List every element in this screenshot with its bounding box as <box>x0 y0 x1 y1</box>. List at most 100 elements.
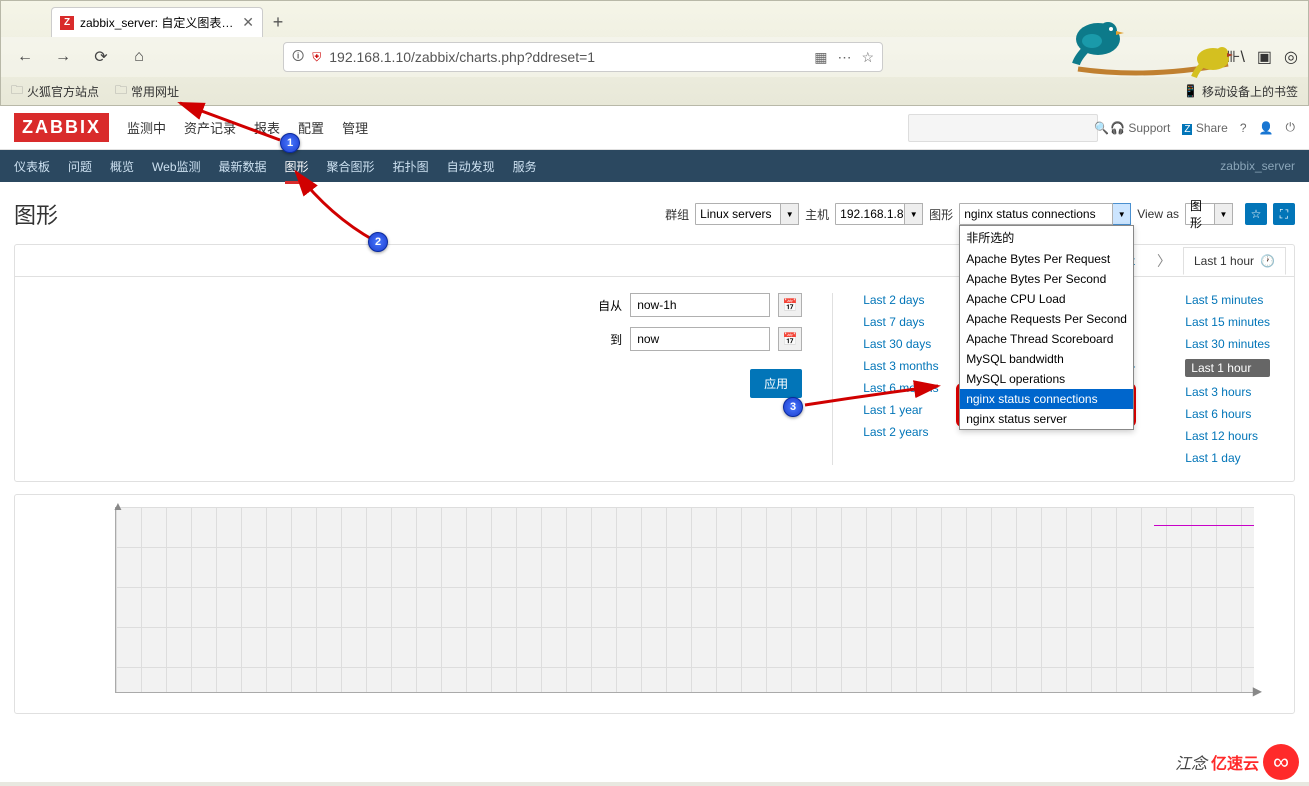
graph-select[interactable]: nginx status connections ▼ 非所选的Apache By… <box>959 203 1131 225</box>
time-preset[interactable]: Last 12 hours <box>1185 429 1270 443</box>
reload-button[interactable]: ⟳ <box>87 43 115 71</box>
bookmark-common[interactable]: 🗀 常用网址 <box>115 81 179 102</box>
graph-value: nginx status connections <box>959 203 1113 225</box>
time-preset[interactable]: Last 30 days <box>863 337 938 351</box>
subnav-dashboard[interactable]: 仪表板 <box>14 158 50 175</box>
favorite-button[interactable]: ☆ <box>1245 203 1267 225</box>
forward-button[interactable]: → <box>49 43 77 71</box>
menu-admin[interactable]: 管理 <box>342 118 368 137</box>
zabbix-header: ZABBIX 监测中 资产记录 报表 配置 管理 🔍 🎧 Support Z S… <box>0 106 1309 150</box>
url-bar[interactable]: 🛈 ⛨ 192.168.1.10/zabbix/charts.php?ddres… <box>283 42 883 72</box>
star-icon[interactable]: ☆ <box>861 49 874 66</box>
time-preset[interactable]: Last 1 day <box>1185 451 1270 465</box>
home-button[interactable]: ⌂ <box>125 43 153 71</box>
dropdown-option[interactable]: Apache Requests Per Second <box>960 309 1133 329</box>
dots-icon[interactable]: ⋯ <box>837 49 851 66</box>
back-button[interactable]: ← <box>11 43 39 71</box>
dropdown-option[interactable]: MySQL operations <box>960 369 1133 389</box>
calendar-icon[interactable]: 📅 <box>778 293 802 317</box>
chart-grid <box>116 507 1254 692</box>
subnav-screens[interactable]: 聚合图形 <box>327 158 375 175</box>
bookmark-firefox[interactable]: 🗀 火狐官方站点 <box>11 81 99 102</box>
group-value: Linux servers <box>695 203 781 225</box>
dropdown-option[interactable]: Apache Bytes Per Request <box>960 249 1133 269</box>
host-value: 192.168.1.8 <box>835 203 905 225</box>
search-input[interactable] <box>917 120 1094 135</box>
subnav-problems[interactable]: 问题 <box>68 158 92 175</box>
dropdown-option[interactable]: Apache Thread Scoreboard <box>960 329 1133 349</box>
time-preset[interactable]: Last 7 days <box>863 315 938 329</box>
subnav-overview[interactable]: 概览 <box>110 158 134 175</box>
reader-icon[interactable]: ▦ <box>814 49 827 66</box>
group-label: 群组 <box>665 206 689 223</box>
time-preset[interactable]: Last 15 minutes <box>1185 315 1270 329</box>
time-preset[interactable]: Last 6 months <box>863 381 938 395</box>
folder-icon: 🗀 <box>11 81 23 102</box>
subnav-discovery[interactable]: 自动发现 <box>447 158 495 175</box>
share-link[interactable]: Z Share <box>1182 121 1227 135</box>
time-preset[interactable]: Last 2 days <box>863 293 938 307</box>
menu-monitoring[interactable]: 监测中 <box>127 118 166 137</box>
dropdown-option[interactable]: 非所选的 <box>960 226 1133 249</box>
search-icon[interactable]: 🔍 <box>1094 121 1109 135</box>
menu-config[interactable]: 配置 <box>298 118 324 137</box>
viewas-label: View as <box>1137 207 1179 221</box>
chevron-down-icon[interactable]: ▼ <box>1113 203 1131 225</box>
browser-tab[interactable]: Z zabbix_server: 自定义图表 [每 ✕ <box>51 7 263 37</box>
time-preset[interactable]: Last 5 minutes <box>1185 293 1270 307</box>
from-input[interactable] <box>630 293 770 317</box>
viewas-select[interactable]: 图形 ▼ <box>1185 203 1233 225</box>
zabbix-logo[interactable]: ZABBIX <box>14 113 109 142</box>
menu-reports[interactable]: 报表 <box>254 118 280 137</box>
power-icon[interactable]: ⏻ <box>1286 120 1296 135</box>
time-preset[interactable]: Last 30 minutes <box>1185 337 1270 351</box>
content: 图形 群组 Linux servers ▼ 主机 192.168.1.8 ▼ 图… <box>0 182 1309 782</box>
user-icon[interactable]: 👤 <box>1259 121 1274 135</box>
x-axis-arrow: ▶ <box>1253 684 1262 698</box>
last-1hour-tab[interactable]: Last 1 hour 🕐 <box>1183 247 1286 275</box>
support-link[interactable]: 🎧 Support <box>1110 121 1170 135</box>
account-icon[interactable]: ◎ <box>1284 47 1298 67</box>
help-icon[interactable]: ? <box>1240 121 1247 135</box>
dropdown-option[interactable]: nginx status server <box>960 409 1133 429</box>
header-right: 🔍 🎧 Support Z Share ? 👤 ⏻ <box>908 114 1295 142</box>
search-box[interactable]: 🔍 <box>908 114 1098 142</box>
new-tab-button[interactable]: + <box>263 7 293 37</box>
shield-icon: 🛈 <box>292 47 304 68</box>
subnav-maps[interactable]: 拓扑图 <box>393 158 429 175</box>
chart-area: ▲ ▶ <box>14 494 1295 714</box>
time-preset[interactable]: Last 1 hour <box>1185 359 1270 377</box>
to-input[interactable] <box>630 327 770 351</box>
graph-label: 图形 <box>929 206 953 223</box>
chevron-down-icon[interactable]: ▼ <box>781 203 799 225</box>
subnav-latest[interactable]: 最新数据 <box>219 158 267 175</box>
chevron-down-icon[interactable]: ▼ <box>1215 203 1233 225</box>
group-select[interactable]: Linux servers ▼ <box>695 203 799 225</box>
menu-inventory[interactable]: 资产记录 <box>184 118 236 137</box>
tracking-icon: ⛨ <box>312 50 321 65</box>
time-preset[interactable]: Last 1 year <box>863 403 938 417</box>
preset-col-3: Last 5 minutes Last 15 minutes Last 30 min… <box>1185 293 1270 465</box>
dropdown-option[interactable]: MySQL bandwidth <box>960 349 1133 369</box>
chevron-down-icon[interactable]: ▼ <box>905 203 923 225</box>
subnav-web[interactable]: Web监测 <box>152 158 200 175</box>
subnav-services[interactable]: 服务 <box>513 158 537 175</box>
close-icon[interactable]: ✕ <box>242 14 254 31</box>
bookmark-label: 火狐官方站点 <box>27 83 99 100</box>
calendar-icon[interactable]: 📅 <box>778 327 802 351</box>
time-preset[interactable]: Last 2 years <box>863 425 938 439</box>
time-preset[interactable]: Last 6 hours <box>1185 407 1270 421</box>
apply-button[interactable]: 应用 <box>750 369 802 398</box>
host-label: 主机 <box>805 206 829 223</box>
chevron-right-icon[interactable]: 〉 <box>1157 251 1171 271</box>
dropdown-option[interactable]: Apache CPU Load <box>960 289 1133 309</box>
subnav-graphs[interactable]: 图形 <box>285 158 309 175</box>
time-preset[interactable]: Last 3 months <box>863 359 938 373</box>
dropdown-option[interactable]: Apache Bytes Per Second <box>960 269 1133 289</box>
host-select[interactable]: 192.168.1.8 ▼ <box>835 203 923 225</box>
fullscreen-button[interactable]: ⛶ <box>1273 203 1295 225</box>
dropdown-option[interactable]: nginx status connections <box>960 389 1133 409</box>
url-text: 192.168.1.10/zabbix/charts.php?ddreset=1 <box>329 49 806 65</box>
time-preset[interactable]: Last 3 hours <box>1185 385 1270 399</box>
divider <box>832 293 833 465</box>
